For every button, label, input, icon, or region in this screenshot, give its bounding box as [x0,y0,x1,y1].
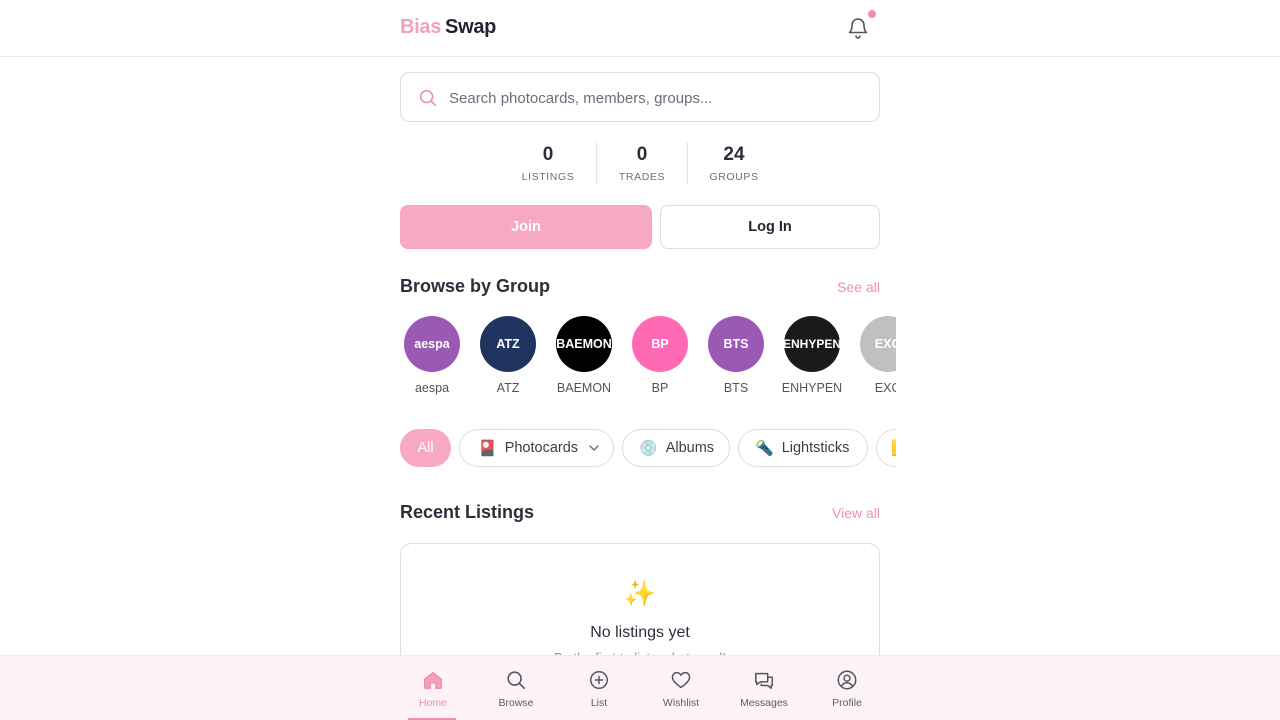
nav-list[interactable]: List [564,656,634,720]
group-avatar: BP [632,316,688,372]
group-avatar: ENHYPEN [784,316,840,372]
bell-icon[interactable] [846,16,870,40]
profile-icon [837,670,857,690]
stat-trades-label: TRADES [618,171,666,183]
chip-label: Albums [665,440,715,456]
stat-trades: 0 TRADES [606,142,678,184]
nav-messages-label: Messages [740,697,788,709]
bottom-navigation: Home Browse List Wishlist Messages Profi… [0,655,1280,720]
category-icon: 🟨 [891,439,896,457]
chevron-down-icon [589,445,599,451]
group-name: aespa [414,381,450,395]
group-name: ATZ [496,381,520,395]
chip-photocards[interactable]: 🎴 Photocards [459,429,614,467]
category-filter-bar[interactable]: All 🎴 Photocards 💿 Albums 🔦 Lightsticks … [400,429,896,467]
stat-divider [596,142,597,184]
search-input[interactable] [449,85,859,111]
stat-trades-value: 0 [636,144,648,165]
group-item-baemon[interactable]: BAEMON BAEMON [552,316,616,395]
nav-browse[interactable]: Browse [481,656,551,720]
group-item-exo[interactable]: EXO EXO [856,316,896,395]
chip-albums[interactable]: 💿 Albums [622,429,730,467]
sparkles-icon: ✨ [623,578,657,608]
see-all-groups-link[interactable]: See all [837,279,880,295]
search-icon [507,671,526,690]
group-name: EXO [874,381,896,395]
logo-part-swap: Swap [445,16,497,38]
group-avatar: BAEMON [556,316,612,372]
group-carousel[interactable]: aespa aespa ATZ ATZ BAEMON BAEMON BP BP … [400,316,896,400]
logo-part-bias: Bias [400,16,442,38]
group-name: BAEMON [556,381,612,395]
top-header: Bias Swap [0,0,1280,57]
messages-icon [755,672,773,689]
lightstick-icon: 🔦 [755,440,774,457]
stat-listings-label: LISTINGS [521,171,575,183]
chip-lightsticks[interactable]: 🔦 Lightsticks [738,429,868,467]
home-icon [424,671,442,689]
stat-groups: 24 GROUPS [698,142,770,184]
search-icon [419,89,437,107]
stat-groups-value: 24 [723,144,745,165]
nav-browse-label: Browse [498,697,534,709]
chip-all[interactable]: All [400,429,451,467]
nav-profile-label: Profile [832,697,862,709]
nav-list-label: List [590,697,608,709]
empty-title: No listings yet [590,624,690,641]
chip-label: Lightsticks [781,440,850,456]
notification-dot [868,10,876,18]
chip-label: Photocards [504,440,579,456]
view-all-listings-link[interactable]: View all [832,505,880,521]
group-avatar: EXO [860,316,896,372]
group-avatar: aespa [404,316,460,372]
nav-wishlist[interactable]: Wishlist [646,656,716,720]
chip-label: All [417,440,434,456]
group-item-bp[interactable]: BP BP [628,316,692,395]
group-item-atz[interactable]: ATZ ATZ [476,316,540,395]
browse-by-group-title: Browse by Group [400,276,551,296]
group-item-enhypen[interactable]: ENHYPEN ENHYPEN [780,316,844,395]
plus-circle-icon [590,671,608,689]
group-name: BP [651,381,669,395]
group-item-aespa[interactable]: aespa aespa [400,316,464,395]
chip-more[interactable]: 🟨 [876,429,896,467]
group-name: BTS [723,381,749,395]
nav-messages[interactable]: Messages [729,656,799,720]
group-avatar: ATZ [480,316,536,372]
heart-icon [671,671,691,689]
join-button[interactable]: Join [400,205,652,249]
nav-wishlist-label: Wishlist [662,697,700,709]
nav-home[interactable]: Home [398,656,468,720]
album-icon: 💿 [639,440,658,457]
stat-listings: 0 LISTINGS [512,142,584,184]
photocard-icon: 🎴 [478,440,497,457]
search-bar[interactable] [400,72,880,122]
group-name: ENHYPEN [781,381,843,395]
stat-listings-value: 0 [542,144,554,165]
stat-divider [687,142,688,184]
nav-profile[interactable]: Profile [812,656,882,720]
recent-listings-title: Recent Listings [400,502,535,522]
stat-groups-label: GROUPS [709,171,759,183]
group-item-bts[interactable]: BTS BTS [704,316,768,395]
nav-home-label: Home [418,697,447,709]
group-avatar: BTS [708,316,764,372]
login-button[interactable]: Log In [660,205,880,249]
app-logo[interactable]: Bias Swap [400,16,496,39]
